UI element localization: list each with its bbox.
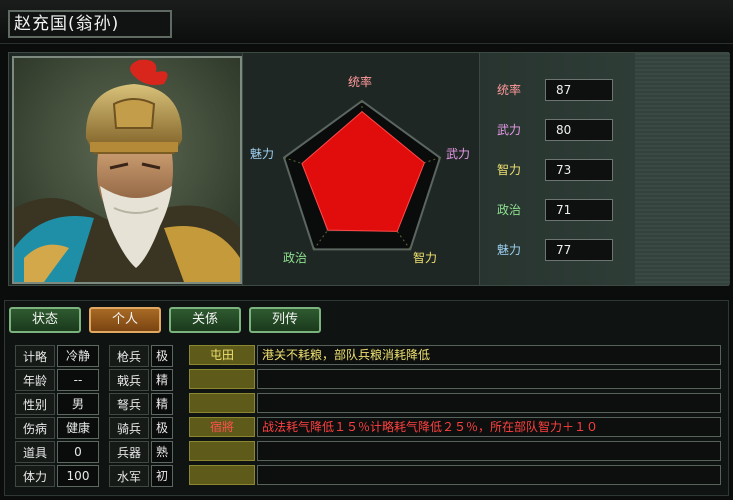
title-bar: 赵充国(翁孙)	[0, 0, 733, 44]
stat-value: 73	[545, 159, 613, 181]
stat-leadership: 统率 87	[497, 79, 627, 101]
tab-biography[interactable]: 列传	[249, 307, 321, 333]
troop-navy: 水军 初	[109, 465, 177, 489]
stat-war: 武力 80	[497, 119, 627, 141]
attr-gender: 性别 男	[15, 393, 101, 417]
troop-label: 水军	[109, 465, 149, 487]
attr-age: 年龄 --	[15, 369, 101, 393]
radar-label-war: 武力	[446, 147, 471, 161]
radar-label-charm: 魅力	[250, 147, 275, 161]
skill-description	[257, 465, 721, 485]
troop-spear: 枪兵 极	[109, 345, 177, 369]
attr-health: 伤病 健康	[15, 417, 101, 441]
detail-panel: 状态 个人 关係 列传 计略 冷静 年龄 -- 性别 男 伤病 健康 道具 0 …	[4, 300, 729, 496]
skill-name: 屯田	[189, 345, 255, 365]
attr-stamina: 体力 100	[15, 465, 101, 489]
troop-label: 弩兵	[109, 393, 149, 415]
skill-name	[189, 393, 255, 413]
radar-label-politics: 政治	[283, 251, 308, 265]
attr-value: --	[57, 369, 99, 391]
stat-value: 87	[545, 79, 613, 101]
skill-description	[257, 441, 721, 461]
skill-name	[189, 369, 255, 389]
stat-label: 智力	[497, 163, 522, 177]
attr-value: 健康	[57, 417, 99, 439]
stat-charm: 魅力 77	[497, 239, 627, 261]
skill-name: 宿將	[189, 417, 255, 437]
stat-value: 71	[545, 199, 613, 221]
radar-label-leadership: 统率	[348, 75, 373, 89]
skill-list: 屯田 港关不耗粮，部队兵粮消耗降低 宿將 战法耗气降低１５％计略耗气降低２５％，…	[189, 345, 723, 489]
skill-row[interactable]	[189, 393, 723, 417]
skill-row[interactable]: 屯田 港关不耗粮，部队兵粮消耗降低	[189, 345, 723, 369]
attr-label: 道具	[15, 441, 55, 463]
skill-description	[257, 393, 721, 413]
stat-label: 政治	[497, 203, 522, 217]
tab-status[interactable]: 状态	[9, 307, 81, 333]
attr-value: 男	[57, 393, 99, 415]
attr-label: 性别	[15, 393, 55, 415]
troop-value: 精	[151, 393, 173, 415]
officer-portrait	[12, 56, 242, 284]
stat-label: 武力	[497, 123, 522, 137]
troop-label: 兵器	[109, 441, 149, 463]
skill-row[interactable]	[189, 441, 723, 465]
troop-value: 熟	[151, 441, 173, 463]
officer-name: 赵充国(翁孙)	[8, 10, 172, 38]
stat-value: 77	[545, 239, 613, 261]
skill-description	[257, 369, 721, 389]
troop-crossbow: 弩兵 精	[109, 393, 177, 417]
stat-value: 80	[545, 119, 613, 141]
skill-description: 港关不耗粮，部队兵粮消耗降低	[257, 345, 721, 365]
skill-name	[189, 441, 255, 461]
troop-siege: 兵器 熟	[109, 441, 177, 465]
officer-panel: 统率 武力 智力 政治 魅力 统率 87 武力 80 智力 73 政治 71 魅…	[8, 52, 730, 286]
skill-row[interactable]	[189, 465, 723, 489]
attr-label: 计略	[15, 345, 55, 367]
troop-aptitudes: 枪兵 极 戟兵 精 弩兵 精 骑兵 极 兵器 熟 水军 初	[109, 345, 177, 489]
attr-value: 冷静	[57, 345, 99, 367]
attr-strategy: 计略 冷静	[15, 345, 101, 369]
skill-row[interactable]	[189, 369, 723, 393]
troop-halberd: 戟兵 精	[109, 369, 177, 393]
attr-label: 体力	[15, 465, 55, 487]
troop-cavalry: 骑兵 极	[109, 417, 177, 441]
troop-value: 极	[151, 345, 173, 367]
troop-value: 初	[151, 465, 173, 487]
attr-label: 伤病	[15, 417, 55, 439]
skill-row[interactable]: 宿將 战法耗气降低１５％计略耗气降低２５％，所在部队智力＋１０	[189, 417, 723, 441]
skill-name	[189, 465, 255, 485]
attr-items: 道具 0	[15, 441, 101, 465]
decorative-panel	[635, 53, 730, 285]
troop-label: 戟兵	[109, 369, 149, 391]
tab-relations[interactable]: 关係	[169, 307, 241, 333]
skill-description: 战法耗气降低１５％计略耗气降低２５％，所在部队智力＋１０	[257, 417, 721, 437]
stat-label: 统率	[497, 83, 522, 97]
troop-label: 骑兵	[109, 417, 149, 439]
attr-value: 100	[57, 465, 99, 487]
stat-politics: 政治 71	[497, 199, 627, 221]
troop-label: 枪兵	[109, 345, 149, 367]
attr-label: 年龄	[15, 369, 55, 391]
ability-radar: 统率 武力 智力 政治 魅力	[242, 53, 480, 285]
personal-attributes: 计略 冷静 年龄 -- 性别 男 伤病 健康 道具 0 体力 100	[15, 345, 101, 489]
troop-value: 精	[151, 369, 173, 391]
stat-label: 魅力	[497, 243, 522, 257]
ability-stats: 统率 87 武力 80 智力 73 政治 71 魅力 77	[485, 53, 635, 285]
stat-intelligence: 智力 73	[497, 159, 627, 181]
attr-value: 0	[57, 441, 99, 463]
radar-label-intelligence: 智力	[413, 251, 438, 265]
tab-personal[interactable]: 个人	[89, 307, 161, 333]
troop-value: 极	[151, 417, 173, 439]
